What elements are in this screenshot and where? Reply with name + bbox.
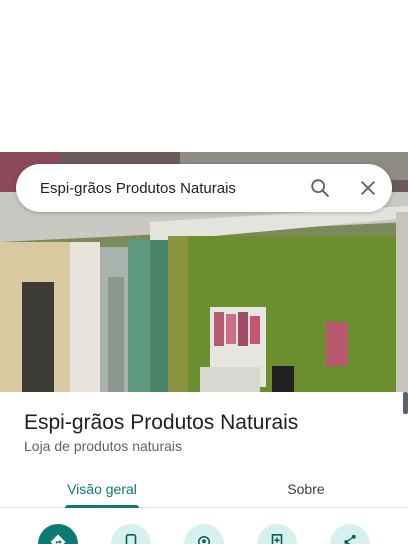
search-input[interactable]: Espi-grãos Produtos Naturais (40, 180, 296, 197)
tab-about[interactable]: Sobre (204, 468, 408, 507)
directions-icon (50, 534, 66, 544)
search-icon[interactable] (296, 164, 344, 212)
share-icon (344, 534, 356, 544)
tab-overview[interactable]: Visão geral (0, 468, 204, 507)
action-row (0, 520, 408, 544)
nearby-button[interactable] (184, 524, 224, 544)
search-bar[interactable]: Espi-grãos Produtos Naturais (16, 164, 392, 212)
phone-icon (125, 533, 137, 544)
close-icon[interactable] (344, 164, 392, 212)
directions-button[interactable] (38, 524, 78, 544)
share-button[interactable] (330, 524, 370, 544)
sheet-scrollbar[interactable] (403, 392, 408, 414)
save-icon (271, 533, 283, 544)
place-screen: Espi-grãos Produtos Naturais Espi-grãos … (0, 0, 408, 544)
place-tabs: Visão geral Sobre (0, 468, 408, 508)
place-category: Loja de produtos naturais (24, 438, 182, 454)
nearby-icon (198, 536, 210, 544)
save-button[interactable] (257, 524, 297, 544)
phone-button[interactable] (111, 524, 151, 544)
place-title: Espi-grãos Produtos Naturais (24, 411, 299, 434)
